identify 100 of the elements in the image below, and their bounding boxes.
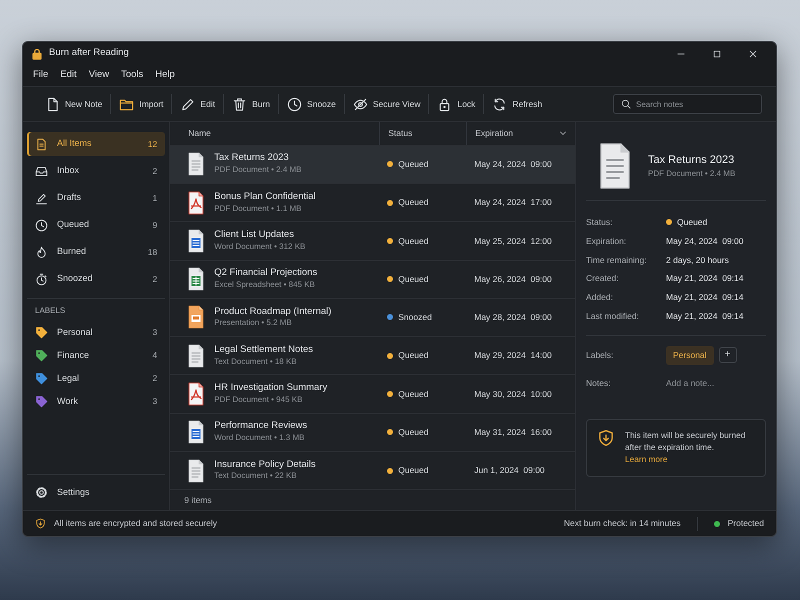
section-heading: LABELS bbox=[27, 298, 166, 321]
item-label: Burned bbox=[57, 245, 86, 258]
file-meta: Text Document • 18 KB bbox=[214, 356, 298, 368]
expiration-date: Jun 1, 2024 09:00 bbox=[473, 464, 546, 477]
pencil-icon bbox=[180, 96, 196, 112]
document-icon bbox=[188, 344, 204, 368]
toolbar-button[interactable]: Edit bbox=[172, 94, 224, 114]
column-header[interactable]: Expiration bbox=[466, 122, 575, 145]
inbox-icon bbox=[35, 164, 48, 178]
sidebar-item[interactable]: Drafts 1 bbox=[27, 186, 166, 210]
settings-icon bbox=[35, 486, 48, 499]
status-text: Queued bbox=[398, 464, 428, 477]
column-header[interactable]: Name bbox=[170, 122, 380, 145]
trash-icon bbox=[232, 96, 248, 112]
file-row[interactable]: Product Roadmap (Internal) Presentation • 5.2 MB Snoozed May 28, 2024 09:00 bbox=[170, 298, 575, 338]
label-chip[interactable]: Personal bbox=[666, 346, 714, 365]
status-dot bbox=[714, 520, 720, 526]
add-label-button[interactable]: + bbox=[718, 347, 737, 364]
menu-item[interactable]: Help bbox=[149, 68, 181, 83]
file-name: Product Roadmap (Internal) bbox=[214, 306, 332, 318]
toolbar-button[interactable]: Refresh bbox=[484, 94, 550, 114]
field-label: Time remaining: bbox=[586, 254, 648, 266]
sidebar-item[interactable]: Queued 9 bbox=[27, 213, 166, 237]
item-label: Work bbox=[57, 394, 78, 408]
field-value: May 24, 2024 09:00 bbox=[666, 234, 744, 248]
menu-item[interactable]: Tools bbox=[115, 68, 150, 83]
field-label: Status: bbox=[586, 216, 614, 229]
item-count: 2 bbox=[152, 164, 158, 178]
item-count: 18 bbox=[148, 246, 158, 258]
status-message: All items are encrypted and stored securely bbox=[54, 517, 217, 530]
eye-slash-icon bbox=[352, 96, 368, 112]
field-label: Last modified: bbox=[586, 310, 640, 323]
field-label: Expiration: bbox=[586, 234, 628, 248]
settings-item[interactable]: Settings bbox=[27, 481, 166, 504]
status-text: Queued bbox=[398, 349, 428, 362]
item-label: Inbox bbox=[57, 164, 80, 178]
field-value: 2 days, 20 hours bbox=[666, 254, 729, 266]
column-header[interactable]: Status bbox=[379, 122, 466, 145]
toolbar-button[interactable]: Import bbox=[111, 94, 172, 114]
field-label: Notes: bbox=[586, 376, 612, 390]
file-row[interactable]: Bonus Plan Confidential PDF Document • 1.1 MB Queued May 24, 2024 17:00 bbox=[170, 184, 575, 222]
file-row[interactable]: Performance Reviews Word Document • 1.3 MB Queued May 31, 2024 16:00 bbox=[170, 414, 575, 452]
file-row[interactable]: HR Investigation Summary PDF Document • 945 KB Queued May 30, 2024 10:00 bbox=[170, 375, 575, 414]
menu-item[interactable]: Edit bbox=[54, 68, 83, 83]
label-item[interactable]: Work 3 bbox=[27, 390, 166, 413]
item-label: Legal bbox=[57, 372, 80, 385]
word-file-icon bbox=[188, 228, 204, 253]
search-field[interactable]: Search notes bbox=[613, 94, 762, 114]
field-label: Labels: bbox=[586, 348, 614, 362]
document-icon bbox=[188, 458, 204, 483]
toolbar-button[interactable]: Burn bbox=[224, 94, 278, 114]
file-name: Performance Reviews bbox=[214, 420, 308, 432]
sidebar-item[interactable]: Burned 18 bbox=[27, 240, 166, 264]
item-label: Queued bbox=[57, 218, 90, 232]
detail-title: Tax Returns 2023 bbox=[648, 152, 736, 168]
toolbar-button[interactable]: Snooze bbox=[279, 94, 344, 114]
notes-field[interactable]: Add a note... bbox=[666, 376, 766, 390]
toolbar-button[interactable]: New Note bbox=[37, 94, 110, 114]
sidebar-item[interactable]: Snoozed 2 bbox=[27, 267, 166, 291]
label-item[interactable]: Finance 4 bbox=[27, 344, 166, 367]
expiration-date: May 26, 2024 09:00 bbox=[473, 272, 553, 286]
label-item[interactable]: Personal 3 bbox=[27, 321, 166, 344]
item-count: 1 bbox=[152, 192, 158, 204]
learn-more-link[interactable]: Learn more bbox=[625, 454, 668, 464]
document-icon bbox=[45, 96, 60, 112]
sidebar-item[interactable]: Inbox 2 bbox=[27, 159, 166, 183]
item-count-text: 9 items bbox=[183, 494, 213, 507]
file-name: Legal Settlement Notes bbox=[214, 344, 313, 356]
status-text: Queued bbox=[398, 272, 428, 286]
status-text: Queued bbox=[398, 426, 428, 439]
maximize-icon[interactable] bbox=[712, 48, 722, 58]
file-row[interactable]: Q2 Financial Projections Excel Spreadsheet • 845 KB Queued May 26, 2024 09:00 bbox=[170, 260, 575, 299]
file-meta: Excel Spreadsheet • 845 KB bbox=[214, 279, 316, 292]
status-text: Snoozed bbox=[398, 311, 432, 324]
lock-icon bbox=[437, 96, 452, 112]
item-count: 12 bbox=[148, 138, 158, 150]
toolbar-button[interactable]: Secure View bbox=[344, 94, 428, 114]
close-icon[interactable] bbox=[748, 48, 758, 58]
stopwatch-icon bbox=[35, 272, 48, 286]
pencil-icon bbox=[35, 192, 48, 204]
file-row[interactable]: Tax Returns 2023 PDF Document • 2.4 MB Queued May 24, 2024 09:00 bbox=[170, 146, 575, 184]
menu-item[interactable]: File bbox=[27, 68, 54, 83]
status-text: Queued bbox=[398, 196, 428, 210]
window-title: Burn after Reading bbox=[49, 46, 129, 60]
file-row[interactable]: Client List Updates Word Document • 312 KB Queued May 25, 2024 12:00 bbox=[170, 222, 575, 261]
expiration-date: May 29, 2024 14:00 bbox=[473, 349, 553, 362]
file-row[interactable]: Insurance Policy Details Text Document • 22 KB Queued Jun 1, 2024 09:00 bbox=[170, 452, 575, 490]
status-text: Protected bbox=[728, 517, 764, 530]
flame-icon bbox=[35, 246, 48, 258]
toolbar-button[interactable]: Lock bbox=[429, 94, 484, 114]
file-row[interactable]: Legal Settlement Notes Text Document • 18 KB Queued May 29, 2024 14:00 bbox=[170, 337, 575, 376]
menu-item[interactable]: View bbox=[82, 68, 116, 83]
chevron-down-icon bbox=[559, 129, 567, 138]
item-count: 2 bbox=[152, 372, 158, 385]
file-name: Q2 Financial Projections bbox=[214, 267, 318, 280]
file-meta: Word Document • 312 KB bbox=[214, 240, 306, 253]
sidebar-item[interactable]: All Items 12 bbox=[27, 132, 166, 156]
label-item[interactable]: Legal 2 bbox=[27, 367, 166, 390]
shield-icon bbox=[597, 429, 615, 448]
expiration-date: May 24, 2024 09:00 bbox=[473, 158, 553, 171]
